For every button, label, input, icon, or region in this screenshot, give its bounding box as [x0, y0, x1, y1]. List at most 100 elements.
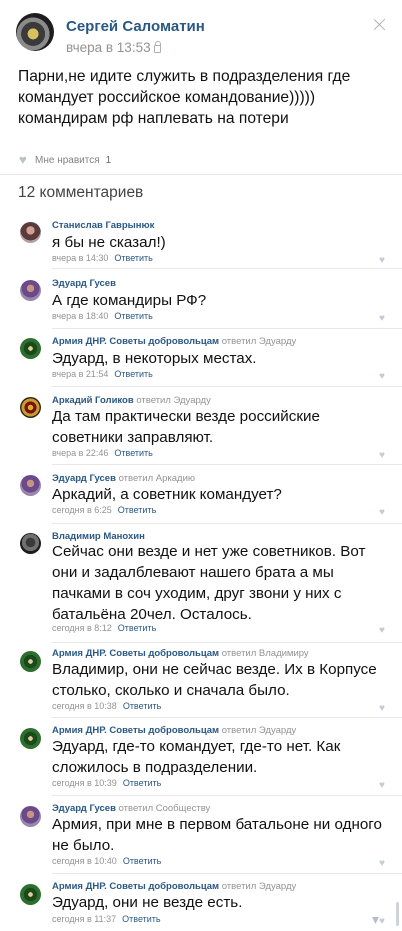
heart-icon[interactable]: ♥: [379, 626, 388, 636]
heart-icon[interactable]: ♥: [379, 314, 388, 324]
avatar[interactable]: [20, 728, 41, 749]
comment-author-name: Армия ДНР. Советы добровольцам: [52, 881, 220, 892]
lock-icon: [153, 41, 161, 53]
avatar[interactable]: [20, 884, 41, 905]
reply-link[interactable]: Ответить: [114, 369, 152, 379]
heart-icon[interactable]: ♥: [379, 372, 388, 382]
avatar[interactable]: [20, 222, 41, 243]
comment-time[interactable]: вчера в 21:54: [52, 369, 108, 379]
comment-time[interactable]: сегодня в 10:39: [52, 778, 117, 788]
reply-link[interactable]: Ответить: [118, 505, 156, 515]
comment-meta: вчера в 22:46 Ответить: [52, 448, 153, 458]
chevron-down-icon[interactable]: [372, 917, 379, 924]
comment-meta: вчера в 14:30 Ответить: [52, 253, 153, 263]
comment-author-name: Станислав Гаврынюк: [52, 220, 155, 231]
divider: [52, 642, 402, 643]
divider: [0, 174, 402, 175]
comment-author[interactable]: Эдуард Гусев ответил Сообществу: [52, 803, 210, 814]
comment-time[interactable]: сегодня в 10:40: [52, 856, 117, 866]
comment-text: Эдуард, в некоторых местах.: [52, 350, 257, 367]
comment-author-name: Армия ДНР. Советы добровольцам: [52, 336, 220, 347]
divider: [52, 523, 402, 524]
reply-to: ответил Эдуарду: [136, 395, 211, 406]
avatar[interactable]: [20, 338, 41, 359]
reply-link[interactable]: Ответить: [114, 311, 152, 321]
avatar[interactable]: [20, 475, 41, 496]
reply-to: ответил Сообществу: [118, 803, 211, 814]
divider: [52, 795, 402, 796]
avatar[interactable]: [20, 533, 41, 554]
comment-text: Армия, при мне в первом батальоне ни одн…: [52, 816, 382, 854]
author-avatar[interactable]: [16, 13, 54, 51]
close-icon[interactable]: [374, 18, 386, 30]
heart-icon[interactable]: ♥: [379, 781, 388, 791]
post-date[interactable]: вчера в 13:53: [66, 40, 161, 55]
comment-text: я бы не сказал!): [52, 234, 166, 251]
avatar[interactable]: [20, 280, 41, 301]
heart-icon[interactable]: ♥: [379, 256, 388, 266]
reply-to: ответил Эдуарду: [221, 881, 297, 892]
comment-author-name: Эдуард Гусев: [52, 473, 116, 484]
like-button[interactable]: ♥ Мне нравится 1: [19, 153, 111, 167]
like-count: 1: [105, 154, 112, 166]
reply-link[interactable]: Ответить: [122, 914, 160, 924]
comment-author[interactable]: Аркадий Голиков ответил Эдуарду: [52, 395, 211, 406]
comment-author-name: Эдуард Гусев: [52, 803, 116, 814]
comment-text: А где командиры РФ?: [52, 292, 207, 309]
reply-to: ответил Эдуарду: [221, 336, 297, 347]
comment-meta: сегодня в 10:38 Ответить: [52, 701, 161, 711]
comment-time[interactable]: вчера в 22:46: [52, 448, 108, 458]
divider: [52, 717, 402, 718]
comment-time[interactable]: сегодня в 10:38: [52, 701, 117, 711]
comment-text: Да там практически везде российские сове…: [52, 408, 320, 446]
comment-author-name: Аркадий Голиков: [52, 395, 134, 406]
comment-meta: вчера в 18:40 Ответить: [52, 311, 153, 321]
heart-icon[interactable]: ♥: [379, 508, 388, 518]
comment-author[interactable]: Армия ДНР. Советы добровольцам ответил Э…: [52, 881, 296, 892]
avatar[interactable]: [20, 651, 41, 672]
reply-link[interactable]: Ответить: [123, 701, 161, 711]
post-header: Сергей Саломатин вчера в 13:53: [0, 0, 402, 62]
divider: [52, 328, 402, 329]
reply-link[interactable]: Ответить: [118, 623, 156, 633]
avatar[interactable]: [20, 806, 41, 827]
comment-author[interactable]: Эдуард Гусев: [52, 278, 116, 289]
comment-time[interactable]: сегодня в 8:12: [52, 623, 112, 633]
comment-author[interactable]: Эдуард Гусев ответил Аркадию: [52, 473, 195, 484]
reply-link[interactable]: Ответить: [114, 253, 152, 263]
comment-meta: сегодня в 10:40 Ответить: [52, 856, 161, 866]
comment-text: Эдуард, они не везде есть.: [52, 894, 243, 911]
comment-time[interactable]: вчера в 18:40: [52, 311, 108, 321]
comment-time[interactable]: сегодня в 11:37: [52, 914, 116, 924]
comment-author[interactable]: Станислав Гаврынюк: [52, 220, 154, 231]
comment-meta: сегодня в 10:39 Ответить: [52, 778, 161, 788]
comment-text: Аркадий, а советник командует?: [52, 486, 282, 503]
comment-meta: сегодня в 6:25 Ответить: [52, 505, 156, 515]
reply-link[interactable]: Ответить: [123, 856, 161, 866]
reply-link[interactable]: Ответить: [123, 778, 161, 788]
comment-author[interactable]: Армия ДНР. Советы добровольцам ответил Э…: [52, 336, 296, 347]
heart-icon: ♥: [19, 152, 27, 167]
heart-icon[interactable]: ♥: [379, 704, 388, 714]
heart-icon[interactable]: ♥: [379, 451, 388, 461]
comment-text: Владимир, они не сейчас везде. Их в Корп…: [52, 661, 377, 699]
comment-meta: сегодня в 11:37 Ответить: [52, 914, 161, 924]
divider: [52, 464, 402, 465]
reply-to: ответил Владимиру: [221, 648, 309, 659]
comment-time[interactable]: вчера в 14:30: [52, 253, 108, 263]
reply-to: ответил Эдуарду: [221, 725, 297, 736]
reply-link[interactable]: Ответить: [114, 448, 152, 458]
comment-author-name: Эдуард Гусев: [52, 278, 116, 289]
post-author-name[interactable]: Сергей Саломатин: [66, 18, 205, 35]
avatar[interactable]: [20, 397, 41, 418]
divider: [52, 268, 402, 269]
divider: [52, 386, 402, 387]
scrollbar[interactable]: [396, 902, 399, 926]
heart-icon[interactable]: ♥: [379, 917, 388, 927]
reply-to: ответил Аркадию: [118, 473, 195, 484]
like-label: Мне нравится: [35, 154, 100, 166]
comment-author[interactable]: Армия ДНР. Советы добровольцам ответил Э…: [52, 725, 296, 736]
comment-time[interactable]: сегодня в 6:25: [52, 505, 112, 515]
comment-author[interactable]: Армия ДНР. Советы добровольцам ответил В…: [52, 648, 309, 659]
heart-icon[interactable]: ♥: [379, 859, 388, 869]
